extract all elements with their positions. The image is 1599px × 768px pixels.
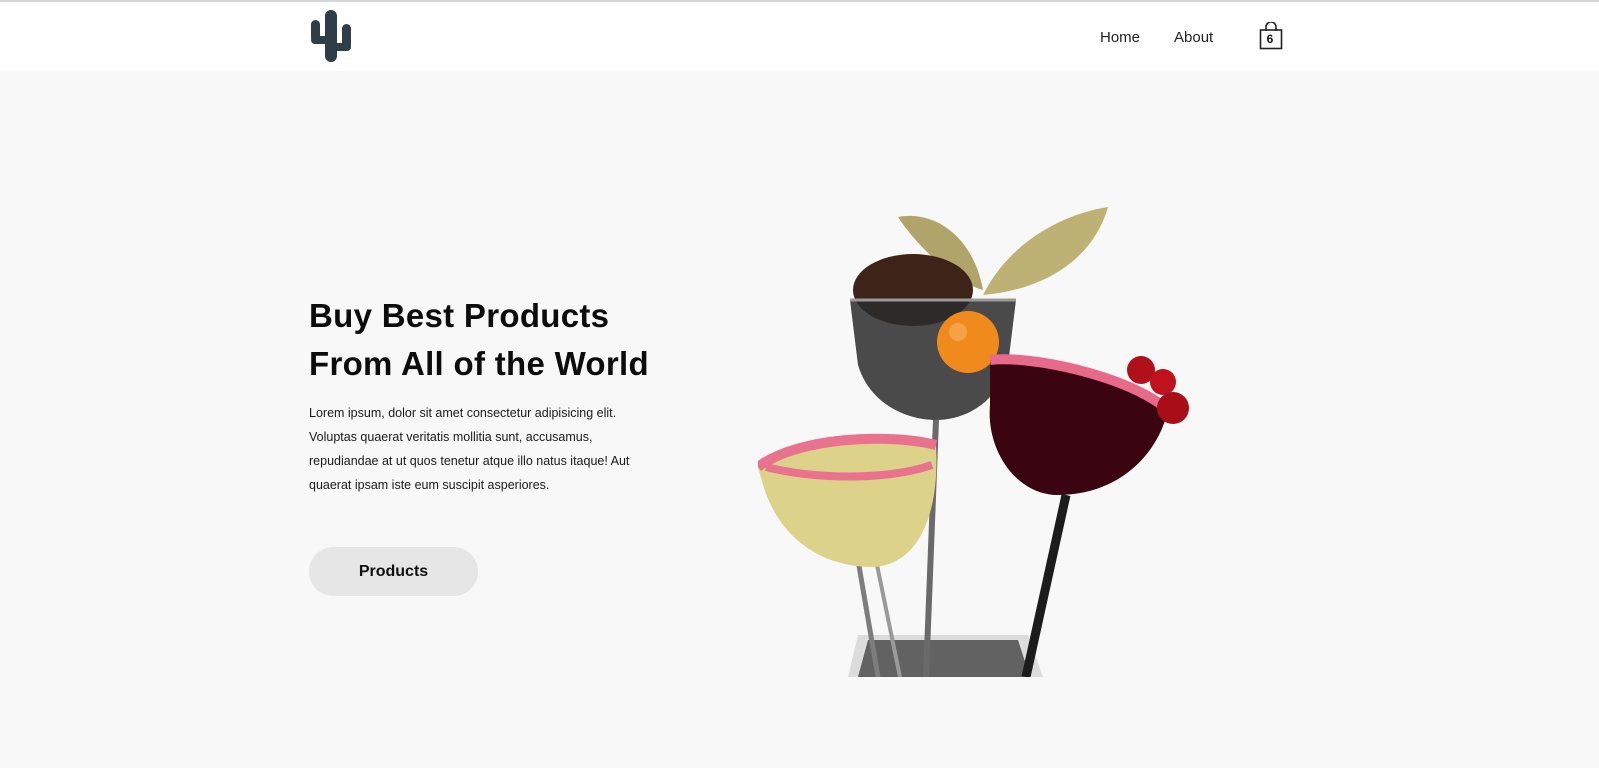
- logo-link[interactable]: [308, 10, 354, 62]
- hero-title-line-2: From All of the World: [309, 345, 649, 382]
- hero-title: Buy Best Products From All of the World: [309, 292, 709, 388]
- cart-count-badge: 6: [1266, 32, 1274, 46]
- products-button[interactable]: Products: [309, 547, 478, 596]
- hero-description: Lorem ipsum, dolor sit amet consectetur …: [309, 406, 630, 492]
- nav-home-link[interactable]: Home: [1100, 29, 1140, 46]
- nav-about-link[interactable]: About: [1174, 29, 1213, 46]
- cactus-icon: [311, 10, 351, 62]
- hero-title-line-1: Buy Best Products: [309, 297, 610, 334]
- cart-button[interactable]: 6: [1259, 21, 1283, 50]
- navbar: Home About 6: [0, 2, 1599, 71]
- cocktail-glasses-image: [758, 207, 1189, 677]
